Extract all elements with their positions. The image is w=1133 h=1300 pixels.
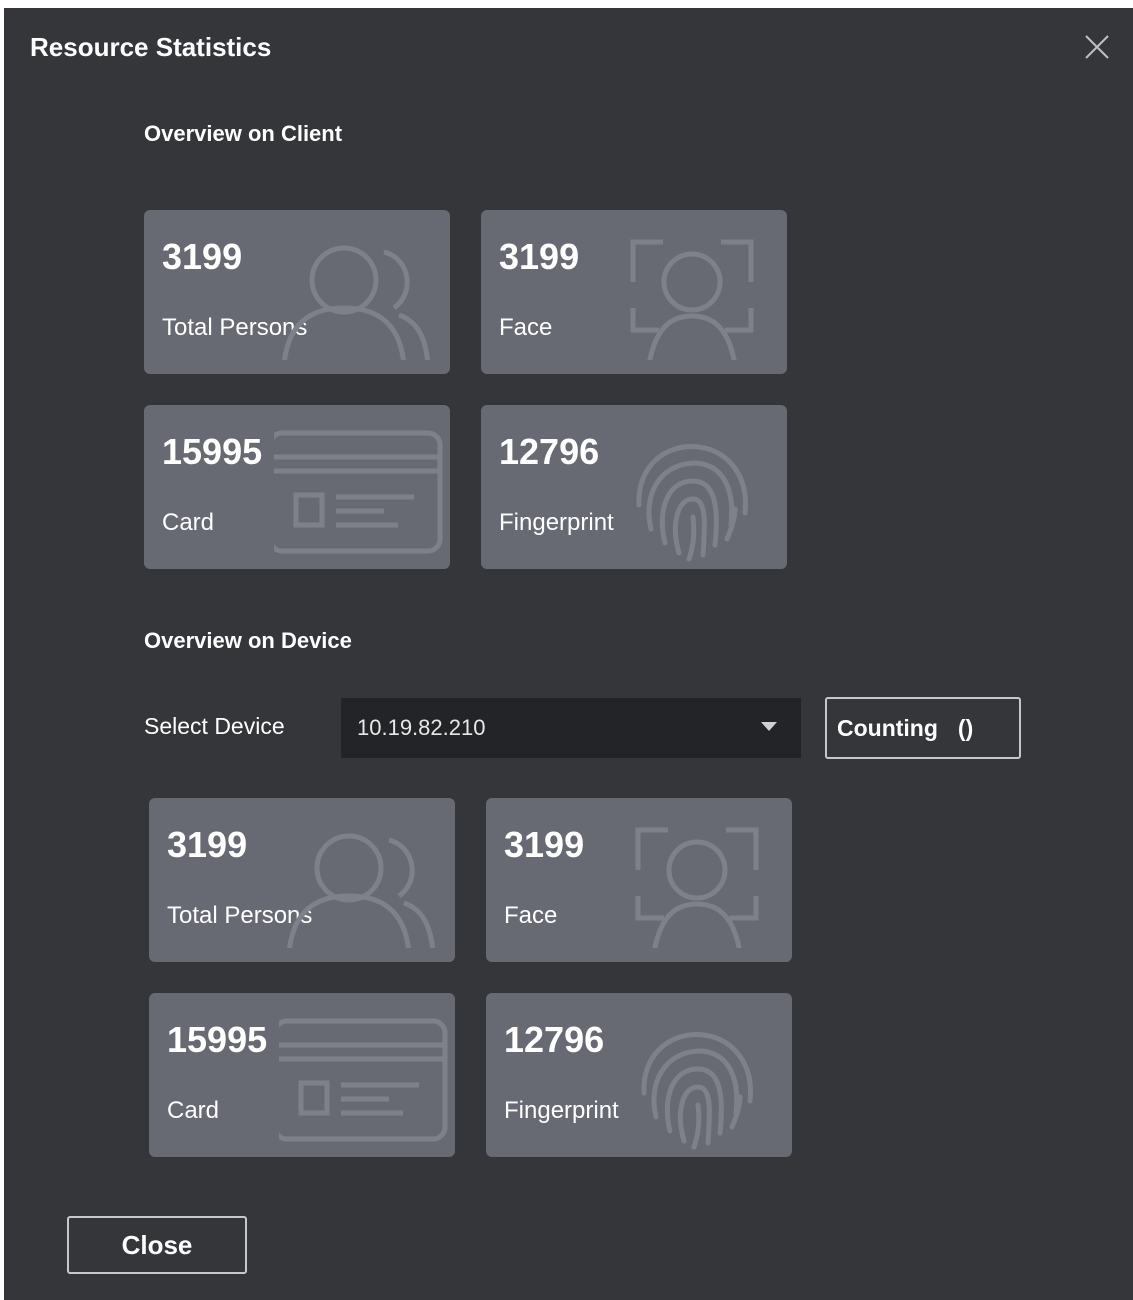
stat-value: 15995 bbox=[167, 1019, 268, 1060]
counting-button[interactable]: Counting () bbox=[825, 697, 1021, 759]
dialog-title: Resource Statistics bbox=[30, 32, 272, 62]
stat-value: 15995 bbox=[162, 431, 263, 472]
stat-value: 3199 bbox=[504, 824, 585, 865]
device-select[interactable]: 10.19.82.210 bbox=[341, 698, 801, 758]
close-icon[interactable] bbox=[1082, 32, 1112, 62]
stat-value: 12796 bbox=[504, 1019, 605, 1060]
device-stat-total-persons: 3199 Total Persons bbox=[149, 798, 455, 962]
id-card-icon bbox=[279, 1018, 448, 1142]
stat-label: Card bbox=[162, 509, 215, 536]
stat-value: 3199 bbox=[162, 236, 243, 277]
client-stats-grid: 3199 Total Persons 3199 Face 15995 Card … bbox=[144, 210, 794, 570]
close-button[interactable]: Close bbox=[67, 1216, 247, 1274]
client-overview-heading: Overview on Client bbox=[144, 121, 343, 146]
face-scan-icon bbox=[630, 239, 754, 360]
fingerprint-icon bbox=[636, 444, 748, 562]
counting-value: () bbox=[957, 714, 974, 741]
face-scan-icon bbox=[635, 827, 759, 948]
stat-label: Face bbox=[499, 314, 553, 341]
persons-icon bbox=[282, 245, 430, 360]
stat-value: 3199 bbox=[499, 236, 580, 277]
device-stat-card: 15995 Card bbox=[149, 993, 455, 1157]
fingerprint-icon bbox=[641, 1032, 753, 1150]
stat-value: 3199 bbox=[167, 824, 248, 865]
device-overview-heading: Overview on Device bbox=[144, 628, 352, 653]
resource-statistics-dialog: Resource Statistics Overview on Client 3… bbox=[4, 8, 1133, 1300]
stat-label: Card bbox=[167, 1097, 220, 1124]
client-stat-fingerprint: 12796 Fingerprint bbox=[481, 405, 787, 569]
client-stat-total-persons: 3199 Total Persons bbox=[144, 210, 450, 374]
stat-label: Fingerprint bbox=[499, 509, 614, 536]
persons-icon bbox=[287, 833, 435, 948]
select-device-label: Select Device bbox=[144, 713, 285, 739]
client-stat-card: 15995 Card bbox=[144, 405, 450, 569]
device-stats-grid: 3199 Total Persons 3199 Face 15995 Card … bbox=[149, 798, 799, 1158]
client-stat-face: 3199 Face bbox=[481, 210, 787, 374]
stat-value: 12796 bbox=[499, 431, 600, 472]
device-select-value: 10.19.82.210 bbox=[357, 715, 486, 740]
device-stat-face: 3199 Face bbox=[486, 798, 792, 962]
counting-label: Counting bbox=[837, 714, 938, 741]
id-card-icon bbox=[274, 430, 443, 554]
stat-label: Face bbox=[504, 902, 558, 929]
chevron-down-icon bbox=[761, 722, 777, 731]
stat-label: Fingerprint bbox=[504, 1097, 619, 1124]
device-stat-fingerprint: 12796 Fingerprint bbox=[486, 993, 792, 1157]
